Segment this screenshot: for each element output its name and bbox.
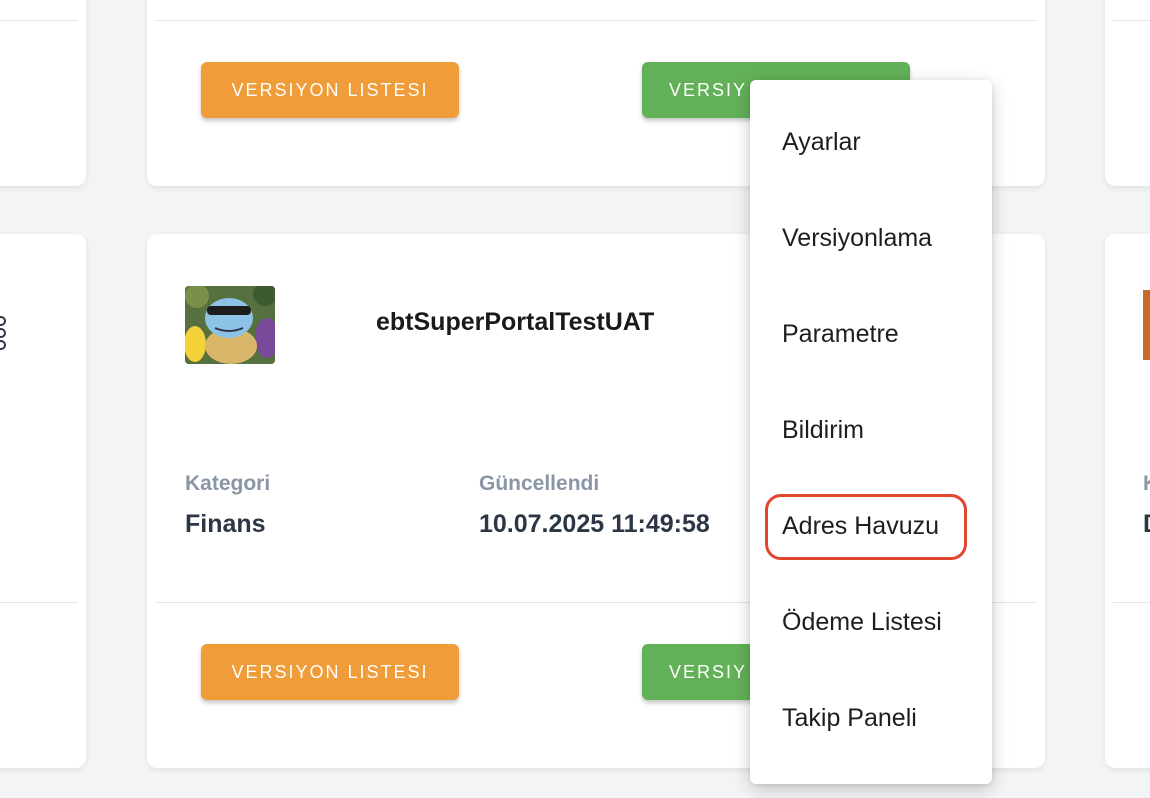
- updated-label: Güncellendi: [479, 472, 600, 495]
- left-card-bottom-divider: [0, 602, 78, 603]
- app-avatar-image: [185, 286, 275, 364]
- menu-item-tracking-panel[interactable]: Takip Paneli: [782, 704, 917, 733]
- left-card-bottom: [0, 234, 86, 768]
- version-list-button[interactable]: VERSIYON LISTESI: [201, 62, 459, 118]
- right-category-label: K: [1143, 472, 1150, 496]
- category-value: Finans: [185, 510, 266, 538]
- menu-item-notification[interactable]: Bildirim: [782, 416, 864, 445]
- menu-item-versioning[interactable]: Versiyonlama: [782, 224, 932, 253]
- category-label: Kategori: [185, 472, 271, 495]
- left-card-top: [0, 0, 86, 186]
- updated-value: 10.07.2025 11:49:58: [479, 510, 710, 538]
- menu-item-parameter[interactable]: Parametre: [782, 320, 899, 349]
- menu-item-payment-list[interactable]: Ödeme Listesi: [782, 608, 942, 637]
- address-pool-highlight: [765, 494, 967, 560]
- right-card-bottom: K D: [1105, 234, 1150, 768]
- more-options-icon[interactable]: [0, 316, 6, 352]
- menu-item-settings[interactable]: Ayarlar: [782, 128, 861, 157]
- context-menu: Ayarlar Versiyonlama Parametre Bildirim …: [750, 80, 992, 784]
- app-avatar: [185, 286, 275, 364]
- version-list-button[interactable]: VERSIYON LISTESI: [201, 644, 459, 700]
- right-card-top: [1105, 0, 1150, 186]
- right-card-bottom-divider: [1113, 602, 1150, 603]
- app-name: ebtSuperPortalTestUAT: [376, 308, 655, 336]
- right-card-top-divider: [1113, 20, 1150, 21]
- right-category-value: D: [1143, 510, 1150, 539]
- left-card-top-divider: [0, 20, 78, 21]
- right-app-avatar: [1143, 290, 1150, 360]
- top-card-divider: [155, 20, 1037, 21]
